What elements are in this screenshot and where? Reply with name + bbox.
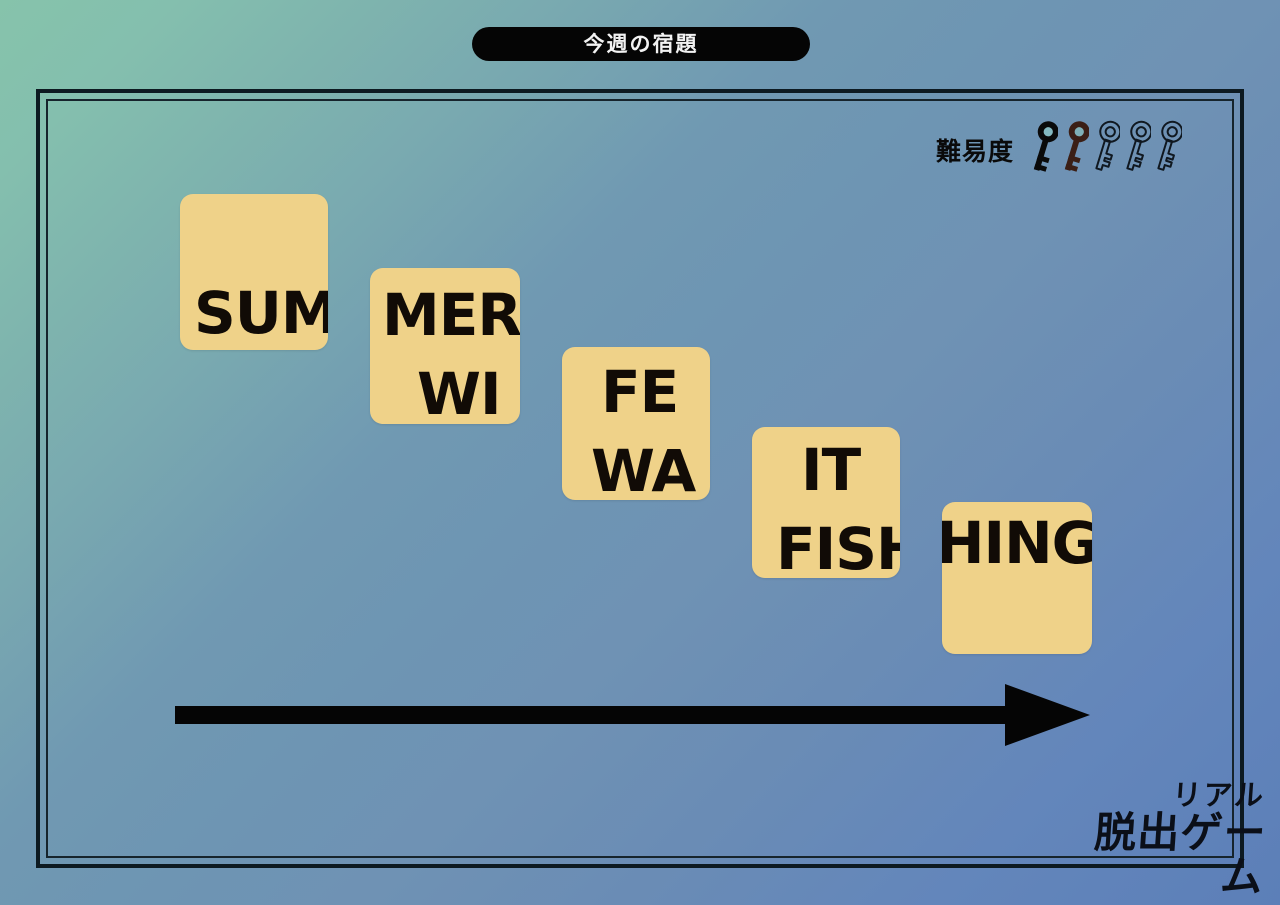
word-fragment: SUM <box>194 279 328 347</box>
word-card-1[interactable]: SUM <box>180 194 328 350</box>
difficulty-label: 難易度 <box>936 137 1015 166</box>
key-icon-filled-1 <box>1028 118 1059 185</box>
puzzle-canvas: 今週の宿題 難易度 SUM MER WI FE WA IT FIS HING リ… <box>0 0 1280 905</box>
page-title: 今週の宿題 <box>583 31 699 56</box>
word-fragment: FE <box>601 358 679 426</box>
word-fragment: WA <box>591 437 696 500</box>
word-fragment: IT <box>801 436 861 504</box>
word-card-3[interactable]: FE WA <box>562 347 710 500</box>
word-card-5[interactable]: HING <box>942 502 1092 654</box>
key-icon-empty-4 <box>1121 118 1153 185</box>
difficulty-meter: 難易度 <box>936 118 1184 185</box>
direction-arrow-icon <box>175 684 1090 746</box>
page-title-pill: 今週の宿題 <box>472 27 810 61</box>
key-icon-empty-5 <box>1152 118 1184 185</box>
logo-line-1: リアル <box>1171 778 1267 812</box>
word-fragment: HING <box>942 509 1092 577</box>
word-card-2[interactable]: MER WI <box>370 268 520 424</box>
word-card-4[interactable]: IT FISH <box>752 427 900 578</box>
key-icon-filled-2 <box>1059 118 1090 185</box>
key-icon-empty-3 <box>1090 118 1122 185</box>
word-fragment: FISH <box>776 515 900 578</box>
logo-line-2: 脱出ゲーム <box>1092 808 1269 902</box>
scrap-logo: リアル 脱出ゲーム Created by SCRAP <box>1085 778 1269 905</box>
word-fragment: MER <box>382 281 520 349</box>
difficulty-keys <box>1028 118 1184 185</box>
word-fragment: WI <box>417 360 502 424</box>
